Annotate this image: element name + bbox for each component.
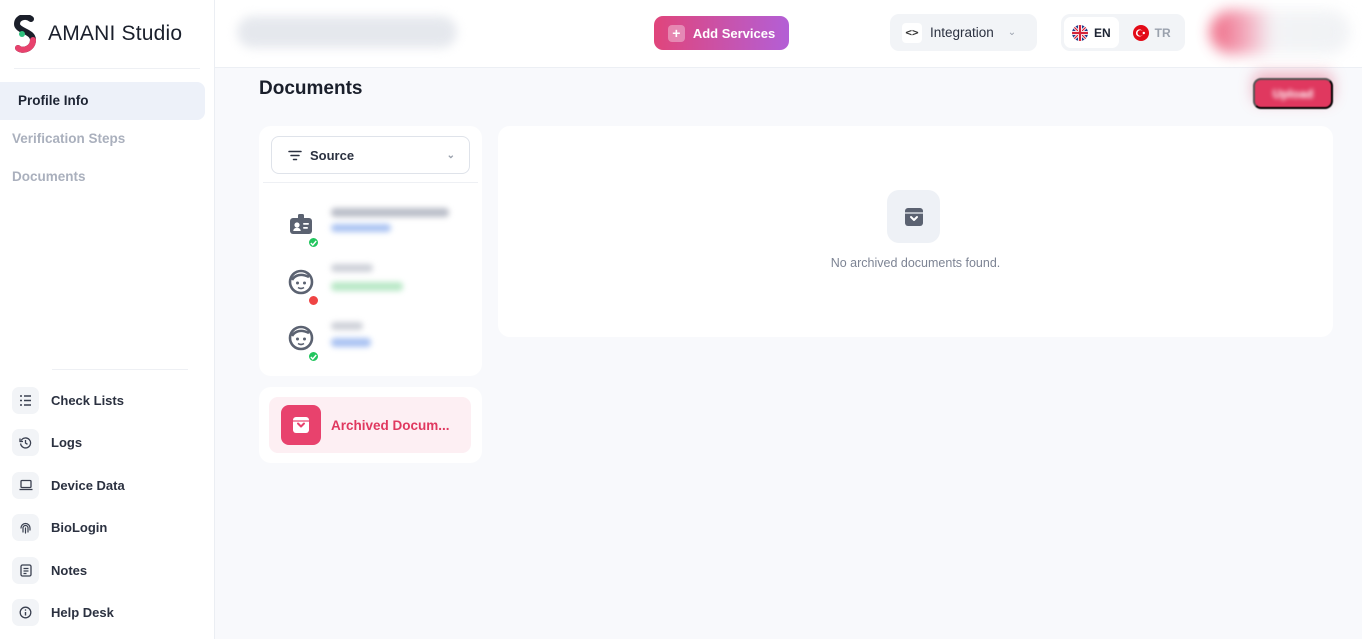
lang-code: EN: [1094, 25, 1111, 40]
nav-label: Device Data: [51, 477, 125, 493]
top-header: + Add Services <> Integration ⌄ EN TR: [215, 0, 1362, 68]
history-icon: [12, 429, 39, 457]
user-menu-redacted[interactable]: [1210, 10, 1350, 54]
archive-icon: [281, 405, 321, 445]
nav-help-desk[interactable]: Help Desk: [12, 599, 207, 627]
nav-label: Notes: [51, 562, 88, 578]
chevron-down-icon: ⌄: [446, 149, 455, 161]
empty-state-message: No archived documents found.: [830, 256, 1001, 270]
document-item[interactable]: [287, 262, 457, 307]
verified-check-icon: [307, 350, 320, 363]
redacted-text: [331, 338, 371, 347]
lang-en[interactable]: EN: [1064, 17, 1119, 48]
code-icon: <>: [902, 22, 922, 43]
nav-profile-info[interactable]: Profile Info: [0, 82, 205, 120]
sidebar: AMANI Studio Profile Info Verification S…: [0, 0, 215, 639]
turkey-flag-icon: [1132, 24, 1149, 41]
brand[interactable]: AMANI Studio: [13, 13, 183, 54]
verified-check-icon: [307, 236, 320, 249]
integration-dropdown[interactable]: <> Integration ⌄: [890, 14, 1037, 51]
redacted-text: [331, 282, 403, 291]
nav-check-lists[interactable]: Check Lists: [12, 386, 207, 414]
nav-verification-steps[interactable]: Verification Steps: [0, 120, 215, 158]
archived-documents-label: Archived Docum...: [331, 417, 450, 433]
nav-label: Check Lists: [51, 392, 124, 408]
upload-label: Upload: [1272, 86, 1314, 101]
upload-button[interactable]: Upload: [1253, 78, 1333, 109]
archived-documents-panel: No archived documents found.: [498, 126, 1333, 337]
archive-icon: [887, 190, 940, 243]
info-icon: [12, 599, 39, 627]
source-filter-label: Source: [310, 147, 355, 163]
redacted-text: [331, 224, 391, 232]
add-services-label: Add Services: [692, 25, 776, 41]
nav-documents[interactable]: Documents: [0, 158, 215, 196]
lang-tr[interactable]: TR: [1125, 17, 1179, 48]
lang-code: TR: [1154, 25, 1171, 40]
divider: [263, 182, 478, 183]
uk-flag-icon: [1072, 24, 1088, 41]
nav-label: Logs: [51, 435, 83, 451]
redacted-text: [331, 264, 373, 272]
nav-label: Help Desk: [51, 605, 114, 621]
nav-label: BioLogin: [51, 520, 108, 536]
nav-notes[interactable]: Notes: [12, 556, 207, 584]
brand-name: AMANI Studio: [48, 22, 183, 45]
face-icon: [287, 324, 320, 363]
rejected-icon: [307, 294, 320, 307]
page-title: Documents: [259, 78, 363, 99]
profile-nav: Profile Info Verification Steps Document…: [0, 82, 215, 196]
laptop-icon: [12, 471, 39, 499]
face-icon: [287, 268, 320, 307]
fingerprint-icon: [12, 514, 39, 542]
nav-biologin[interactable]: BioLogin: [12, 514, 207, 542]
filter-icon: [288, 150, 302, 160]
plus-icon: +: [667, 24, 685, 42]
archived-card: Archived Docum...: [259, 387, 482, 463]
source-filter-dropdown[interactable]: Source ⌄: [271, 136, 470, 174]
redacted-text: [331, 322, 363, 330]
nav-logs[interactable]: Logs: [12, 429, 207, 457]
id-card-icon: [287, 210, 320, 249]
language-switcher: EN TR: [1061, 14, 1185, 51]
tools-nav: Check Lists Logs Device Data BioLogin No…: [12, 386, 207, 639]
checklist-icon: [12, 386, 39, 414]
document-list-card: Source ⌄: [259, 126, 482, 376]
divider: [52, 369, 188, 370]
add-services-button[interactable]: + Add Services: [654, 16, 789, 50]
integration-label: Integration: [930, 25, 994, 40]
divider: [14, 68, 200, 69]
redacted-text: [331, 208, 449, 217]
note-icon: [12, 556, 39, 584]
archived-documents-button[interactable]: Archived Docum...: [269, 397, 471, 453]
chevron-down-icon: ⌄: [1007, 27, 1017, 38]
document-item[interactable]: [287, 204, 457, 249]
amani-logo-icon: [13, 13, 37, 53]
document-item[interactable]: [287, 318, 457, 363]
search-bar-redacted[interactable]: [237, 16, 457, 48]
nav-device-data[interactable]: Device Data: [12, 471, 207, 499]
